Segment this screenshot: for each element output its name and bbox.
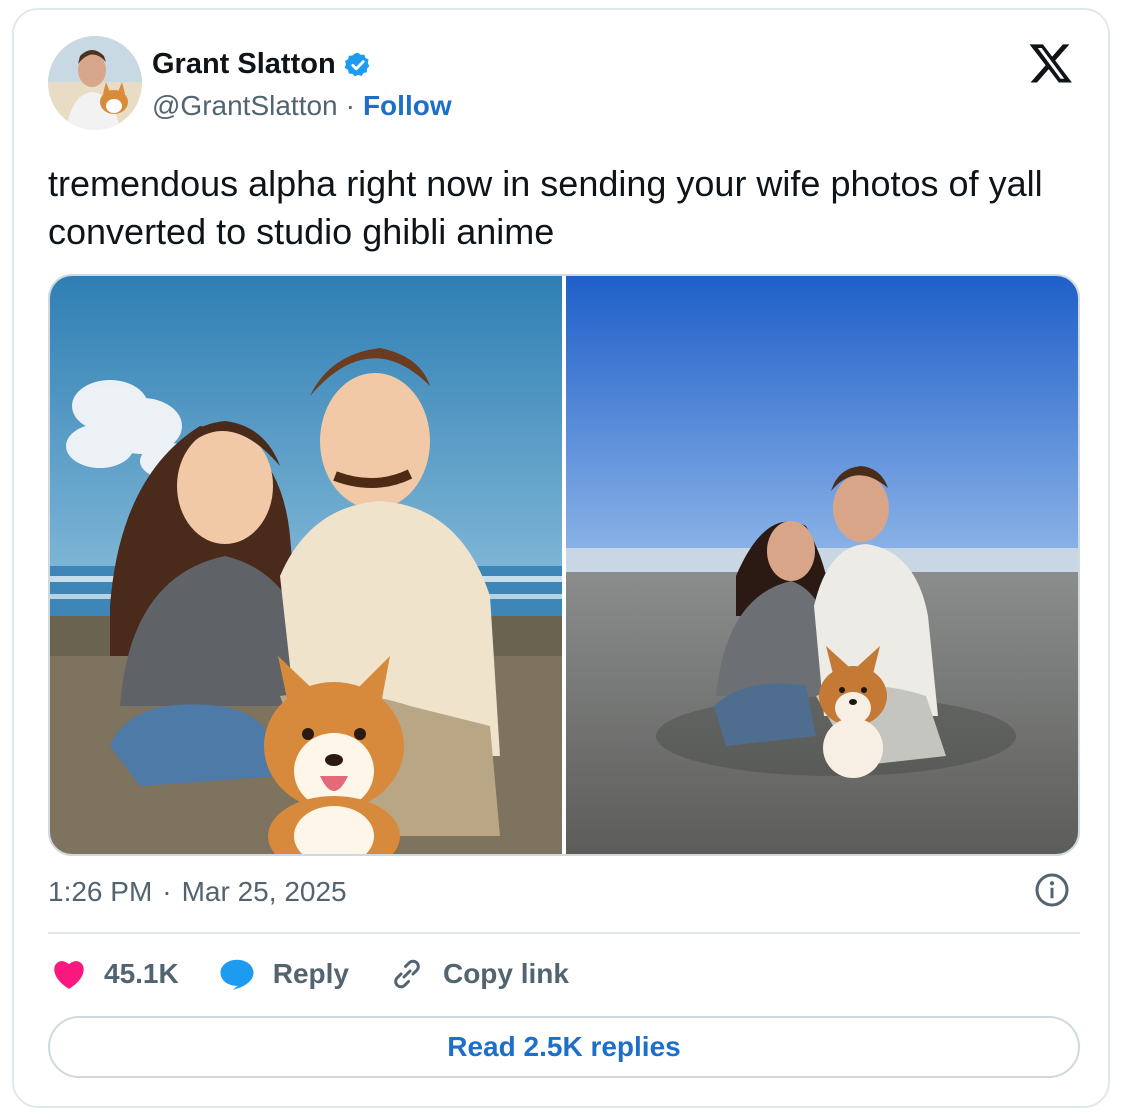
tweet-date: Mar 25, 2025 [181,876,347,907]
reply-bubble-icon [220,959,254,990]
divider [48,932,1080,934]
x-logo-icon[interactable] [1028,40,1074,86]
like-count: 45.1K [104,958,179,989]
avatar-image [48,36,142,130]
copy-link-button[interactable]: Copy link [389,956,569,992]
info-icon[interactable] [1034,872,1070,908]
ghibli-anime-photo[interactable] [50,276,562,854]
reply-button[interactable]: Reply [219,957,349,991]
follow-link[interactable]: Follow [363,90,452,122]
avatar[interactable] [48,36,142,130]
media-grid [48,274,1080,856]
author-name-row: Grant Slatton [152,48,372,81]
beach-photo-image [566,276,1078,854]
timestamp-separator: · [162,876,172,907]
read-replies-button[interactable]: Read 2.5K replies [48,1016,1080,1078]
verified-badge-icon [344,52,369,76]
heart-icon [54,961,84,989]
author-handle-row: @GrantSlatton · Follow [152,90,452,122]
author-handle[interactable]: @GrantSlatton [152,90,338,122]
tweet-time: 1:26 PM [48,876,153,907]
handle-separator: · [345,90,355,121]
tweet-timestamp[interactable]: 1:26 PM · Mar 25, 2025 [48,876,347,908]
original-beach-photo[interactable] [566,276,1078,854]
like-button[interactable]: 45.1K [52,958,179,990]
link-icon [394,959,420,989]
copy-link-label: Copy link [442,958,569,989]
anime-illustration-image [50,276,562,854]
reply-label: Reply [272,958,349,989]
tweet-text: tremendous alpha right now in sending yo… [48,163,1043,252]
action-bar: 45.1K Reply Copy link [52,956,609,992]
author-name[interactable]: Grant Slatton [152,48,336,81]
tweet-card: Grant Slatton @GrantSlatton · Follow tre… [12,8,1110,1108]
